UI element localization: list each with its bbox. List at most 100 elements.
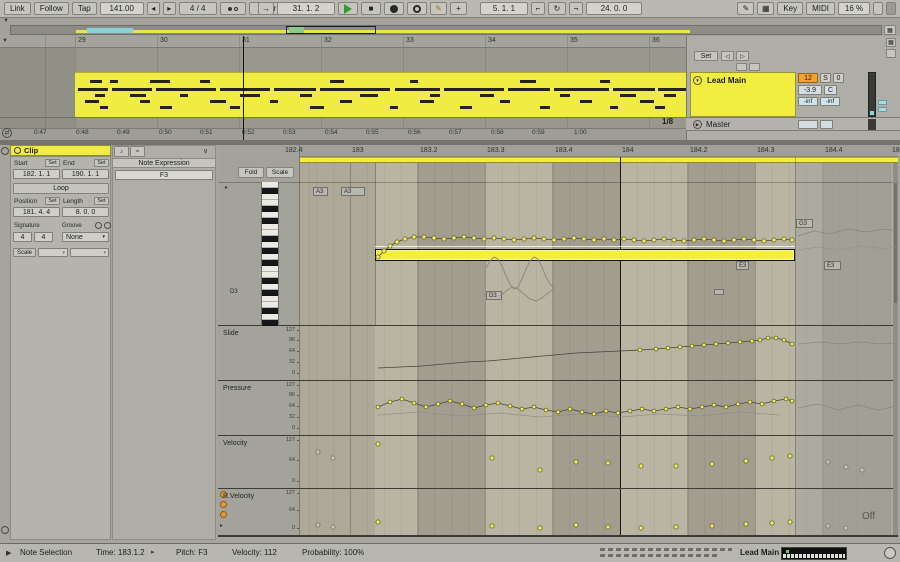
playhead[interactable] — [243, 36, 244, 140]
arrangement-midi-note[interactable] — [270, 100, 278, 103]
arrangement-midi-note[interactable] — [613, 88, 655, 91]
status-pitch-value: Pitch: F3 — [176, 548, 208, 557]
arrangement-midi-note[interactable] — [112, 88, 152, 91]
arrangement-midi-note[interactable] — [460, 106, 472, 109]
arrangement-midi-note[interactable] — [310, 106, 324, 109]
lane-scale-label: 32 — [288, 414, 295, 420]
arrangement-midi-note[interactable] — [508, 88, 550, 91]
time-ruler-label: 0:56 — [408, 129, 421, 136]
lane-scale-label: 64 — [288, 457, 295, 463]
lane-scale-tick — [297, 395, 299, 396]
arrangement-midi-note[interactable] — [78, 88, 108, 91]
arrangement-midi-note[interactable] — [640, 100, 654, 103]
status-track-name: Lead Main — [740, 548, 780, 557]
arrangement-midi-note[interactable] — [664, 94, 676, 97]
arrangement-midi-note[interactable] — [600, 80, 610, 83]
lane-scale-label: 0 — [291, 425, 295, 431]
arrangement-midi-note[interactable] — [110, 80, 118, 83]
arrangement-midi-note[interactable] — [360, 94, 378, 97]
arrangement-midi-note[interactable] — [655, 106, 665, 109]
arrangement-midi-note[interactable] — [200, 80, 210, 83]
bar-number-label: 34 — [488, 37, 496, 44]
midi-activity-led — [786, 550, 789, 553]
arrangement-midi-note[interactable] — [160, 106, 172, 109]
arrangement-midi-note[interactable] — [95, 94, 105, 97]
bar-number-label: 30 — [160, 37, 168, 44]
arrangement-midi-note[interactable] — [420, 100, 434, 103]
arrangement-midi-note[interactable] — [410, 80, 418, 83]
lane-scale-tick — [297, 362, 299, 363]
arrangement-midi-note[interactable] — [620, 94, 636, 97]
lane-scale-label: 0 — [291, 370, 295, 376]
arrangement-midi-note[interactable] — [150, 80, 170, 83]
arrangement-midi-note[interactable] — [300, 94, 312, 97]
status-time-value: Time: 183.1.2 — [96, 548, 145, 557]
lane-scale-tick — [297, 528, 299, 529]
lane-scale-label: 32 — [288, 359, 295, 365]
beat-ruler-label: 185 — [892, 147, 900, 154]
lane-scale-tick — [297, 417, 299, 418]
lane-name-label: Slide — [223, 330, 239, 337]
arrangement-midi-note[interactable] — [500, 100, 510, 103]
arrangement-midi-note[interactable] — [85, 100, 99, 103]
lane-scale-label: 127 — [285, 437, 295, 443]
beat-ruler-label: 184.3 — [757, 147, 775, 154]
help-ball-icon[interactable] — [884, 547, 896, 559]
beat-ruler-label: 183.3 — [487, 147, 505, 154]
status-info-text — [600, 554, 718, 557]
lane-scale-tick — [297, 406, 299, 407]
arrangement-midi-note[interactable] — [130, 94, 146, 97]
time-ruler-label: 0:47 — [34, 129, 47, 136]
midi-keyboard-display[interactable] — [781, 547, 847, 560]
arrangement-midi-note[interactable] — [658, 88, 686, 91]
bar-number-label: 33 — [406, 37, 414, 44]
arrangement-midi-note[interactable] — [554, 88, 609, 91]
lane-scale-label: 64 — [288, 348, 295, 354]
lane-scale-tick — [297, 373, 299, 374]
time-ruler-label: 0:53 — [283, 129, 296, 136]
lane-scale-tick — [297, 340, 299, 341]
arrangement-midi-note[interactable] — [100, 106, 108, 109]
arrangement-midi-note[interactable] — [180, 94, 188, 97]
lane-name-label: R.Velocity — [223, 493, 255, 500]
arrangement-midi-note[interactable] — [220, 88, 270, 91]
status-info-text — [600, 548, 732, 551]
arrangement-midi-note[interactable] — [230, 106, 240, 109]
arrangement-midi-note[interactable] — [340, 100, 352, 103]
lane-scale-tick — [297, 493, 299, 494]
arrangement-midi-note[interactable] — [580, 100, 592, 103]
arrangement-midi-note[interactable] — [320, 88, 390, 91]
bar-number-label: 35 — [570, 37, 578, 44]
time-ruler-label: 0:48 — [76, 129, 89, 136]
status-selection-label: Note Selection — [20, 548, 73, 557]
arrangement-midi-note[interactable] — [430, 94, 440, 97]
arrangement-midi-note[interactable] — [610, 106, 618, 109]
time-ruler-label: 0:59 — [532, 129, 545, 136]
arrangement-midi-note[interactable] — [156, 88, 216, 91]
arrangement-midi-note[interactable] — [444, 88, 504, 91]
arrangement-midi-note[interactable] — [520, 80, 536, 83]
lane-scale-label: 64 — [288, 507, 295, 513]
arrangement-midi-note[interactable] — [560, 94, 570, 97]
beat-ruler-label: 183.2 — [420, 147, 438, 154]
lane-scale-label: 96 — [288, 392, 295, 398]
arrangement-midi-note[interactable] — [140, 100, 150, 103]
time-stepper-icon[interactable]: ▸ — [151, 549, 155, 556]
lane-scale-label: 0 — [291, 478, 295, 484]
arrangement-midi-note[interactable] — [395, 88, 440, 91]
status-velocity-value: Velocity: 112 — [232, 548, 277, 557]
beat-ruler-label: 184 — [622, 147, 634, 154]
arrangement-midi-note[interactable] — [540, 106, 550, 109]
arrangement-midi-note[interactable] — [90, 80, 102, 83]
arrangement-midi-note[interactable] — [210, 100, 226, 103]
arrangement-midi-note[interactable] — [480, 94, 494, 97]
arrangement-midi-note[interactable] — [390, 106, 398, 109]
status-probability-value: Probability: 100% — [302, 548, 365, 557]
time-ruler-label: 0:55 — [366, 129, 379, 136]
time-ruler-label: 0:49 — [117, 129, 130, 136]
arrangement-midi-note[interactable] — [330, 80, 344, 83]
arrangement-midi-note[interactable] — [274, 88, 316, 91]
piano-key-black[interactable] — [262, 320, 278, 326]
lane-scale-label: 64 — [288, 403, 295, 409]
status-expand-icon[interactable]: ▶ — [6, 550, 11, 557]
